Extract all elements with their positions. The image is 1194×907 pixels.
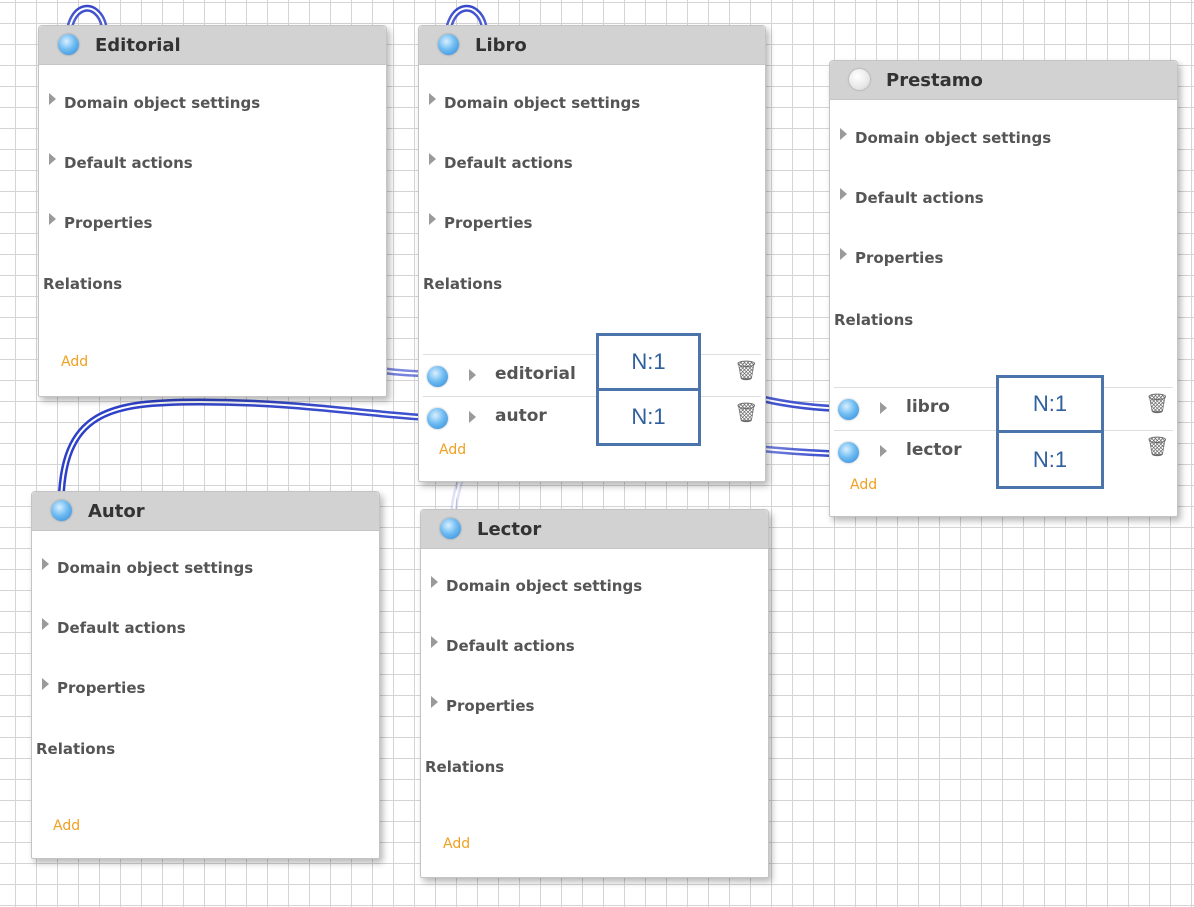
endpoint-icon[interactable] [838, 399, 859, 420]
caret-right-icon [431, 576, 438, 588]
endpoint-icon[interactable] [427, 366, 448, 387]
entity-card-editorial[interactable]: Editorial Domain object settings Default… [38, 25, 387, 397]
relation-row-editorial[interactable]: editorial 🗑 [423, 354, 761, 395]
caret-right-icon [49, 213, 56, 225]
add-relation-link[interactable]: Add [439, 442, 466, 458]
section-default-actions[interactable]: Default actions [431, 636, 575, 655]
section-properties[interactable]: Properties [431, 696, 534, 715]
caret-right-icon [429, 153, 436, 165]
section-properties[interactable]: Properties [840, 248, 943, 267]
relation-name: lector [906, 440, 962, 460]
endpoint-icon[interactable] [58, 34, 79, 55]
trash-icon[interactable]: 🗑 [734, 401, 758, 424]
add-relation-link[interactable]: Add [61, 354, 88, 370]
entity-card-autor[interactable]: Autor Domain object settings Default act… [31, 491, 380, 859]
card-header[interactable]: Prestamo [830, 61, 1177, 100]
section-properties[interactable]: Properties [429, 213, 532, 232]
section-domain-object-settings[interactable]: Domain object settings [42, 558, 253, 577]
caret-right-icon [840, 248, 847, 260]
caret-right-icon[interactable] [880, 402, 887, 414]
caret-right-icon [429, 93, 436, 105]
add-relation-link[interactable]: Add [53, 818, 80, 834]
relation-name: autor [495, 406, 547, 426]
relations-label: Relations [423, 275, 503, 293]
section-properties[interactable]: Properties [42, 678, 145, 697]
relations-label: Relations [43, 275, 123, 293]
section-domain-object-settings[interactable]: Domain object settings [49, 93, 260, 112]
card-title: Prestamo [886, 69, 983, 91]
card-title: Editorial [95, 34, 181, 56]
add-relation-link[interactable]: Add [443, 836, 470, 852]
section-default-actions[interactable]: Default actions [429, 153, 573, 172]
trash-icon[interactable]: 🗑 [1145, 392, 1169, 415]
card-title: Libro [475, 34, 527, 56]
cardinality-label-prestamo-libro: N:1 [996, 375, 1104, 433]
card-header[interactable]: Libro [419, 26, 765, 65]
relation-row-autor[interactable]: autor 🗑 [423, 396, 761, 437]
card-title: Autor [88, 500, 145, 522]
section-default-actions[interactable]: Default actions [42, 618, 186, 637]
card-header[interactable]: Editorial [39, 26, 386, 65]
endpoint-icon[interactable] [849, 69, 870, 90]
entity-card-lector[interactable]: Lector Domain object settings Default ac… [420, 509, 769, 878]
add-relation-link[interactable]: Add [850, 477, 877, 493]
caret-right-icon [431, 696, 438, 708]
section-properties[interactable]: Properties [49, 213, 152, 232]
card-title: Lector [477, 518, 542, 540]
entity-card-libro[interactable]: Libro Domain object settings Default act… [418, 25, 766, 482]
endpoint-icon[interactable] [427, 408, 448, 429]
caret-right-icon [42, 558, 49, 570]
trash-icon[interactable]: 🗑 [1145, 435, 1169, 458]
caret-right-icon [840, 188, 847, 200]
card-header[interactable]: Lector [421, 510, 768, 549]
relations-label: Relations [834, 311, 914, 329]
cardinality-label-libro-editorial: N:1 [596, 333, 701, 391]
endpoint-icon[interactable] [838, 442, 859, 463]
relation-name: editorial [495, 364, 576, 384]
relations-label: Relations [425, 758, 505, 776]
section-default-actions[interactable]: Default actions [840, 188, 984, 207]
section-domain-object-settings[interactable]: Domain object settings [840, 128, 1051, 147]
caret-right-icon[interactable] [469, 369, 476, 381]
caret-right-icon[interactable] [880, 445, 887, 457]
caret-right-icon[interactable] [469, 411, 476, 423]
caret-right-icon [49, 93, 56, 105]
endpoint-icon[interactable] [51, 500, 72, 521]
section-domain-object-settings[interactable]: Domain object settings [431, 576, 642, 595]
caret-right-icon [840, 128, 847, 140]
relation-name: libro [906, 397, 950, 417]
relations-label: Relations [36, 740, 116, 758]
section-domain-object-settings[interactable]: Domain object settings [429, 93, 640, 112]
caret-right-icon [431, 636, 438, 648]
caret-right-icon [49, 153, 56, 165]
trash-icon[interactable]: 🗑 [734, 359, 758, 382]
card-header[interactable]: Autor [32, 492, 379, 531]
section-default-actions[interactable]: Default actions [49, 153, 193, 172]
caret-right-icon [42, 678, 49, 690]
cardinality-label-libro-autor: N:1 [596, 388, 701, 446]
cardinality-label-prestamo-lector: N:1 [996, 430, 1104, 489]
caret-right-icon [429, 213, 436, 225]
endpoint-icon[interactable] [438, 34, 459, 55]
endpoint-icon[interactable] [440, 518, 461, 539]
caret-right-icon [42, 618, 49, 630]
